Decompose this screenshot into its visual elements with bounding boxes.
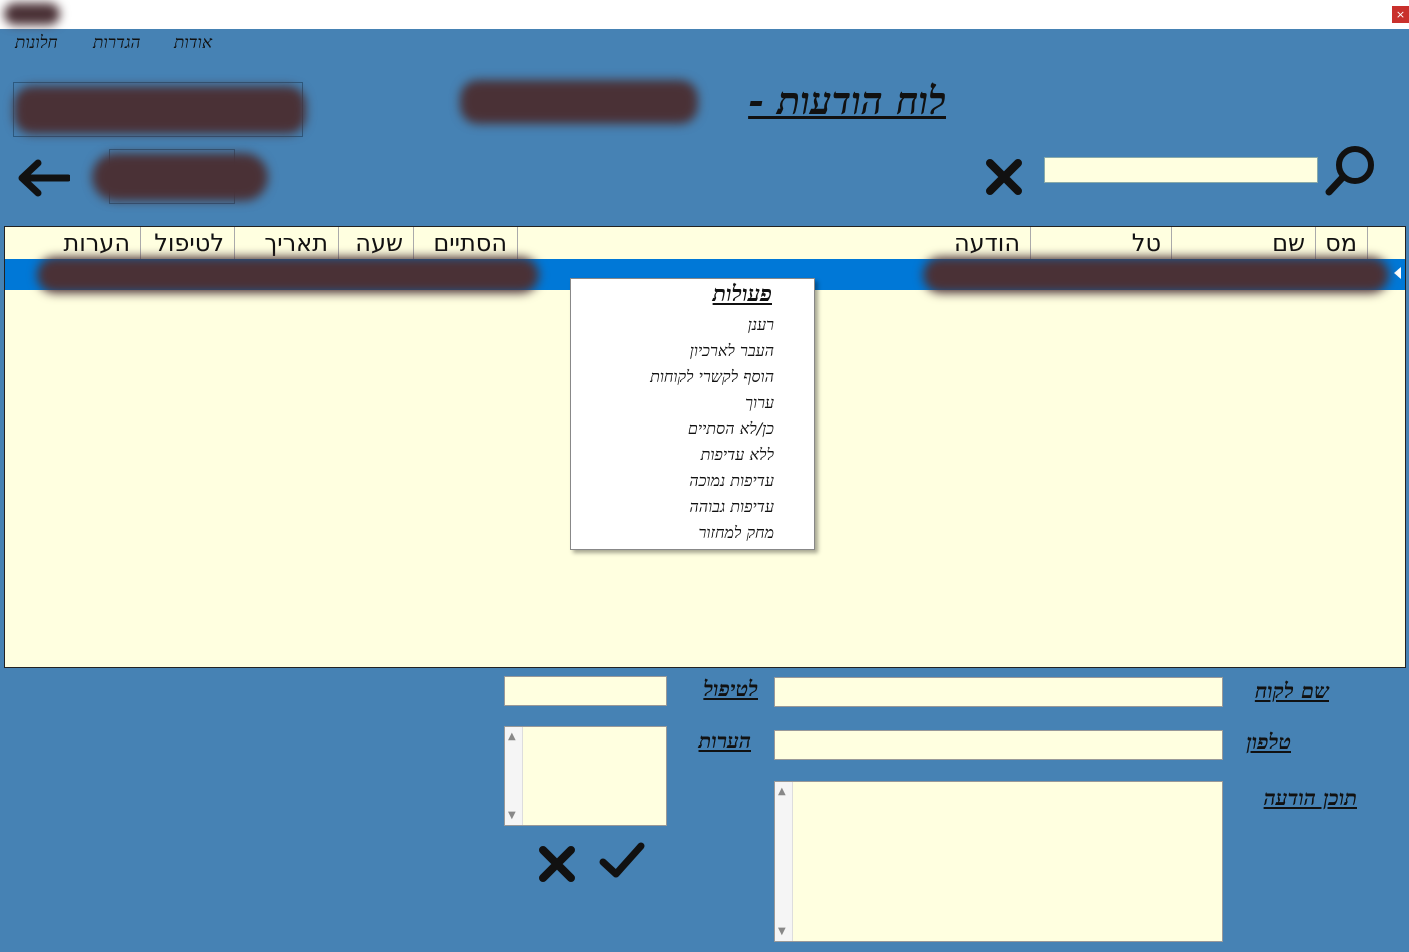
context-menu-title: פעולות: [712, 281, 772, 307]
col-header-done[interactable]: הסתיים: [433, 227, 507, 259]
checkmark-icon: [599, 842, 645, 878]
col-header-message[interactable]: הודעה: [954, 227, 1020, 259]
redacted-user-name: [14, 86, 306, 134]
clear-search-button[interactable]: [985, 158, 1023, 196]
menu-windows[interactable]: חלונות: [15, 33, 58, 53]
col-header-notes[interactable]: הערות: [63, 227, 130, 259]
notes-scrollbar[interactable]: ▲ ▼: [505, 727, 523, 825]
col-header-number[interactable]: מס: [1325, 227, 1357, 259]
customer-name-field[interactable]: [774, 677, 1223, 707]
menu-item-no-priority[interactable]: ללא עדיפות: [701, 445, 774, 465]
handler-label: לטיפול: [703, 676, 758, 701]
window-close-button[interactable]: ×: [1392, 6, 1409, 23]
menu-item-edit[interactable]: ערוך: [745, 393, 774, 413]
menu-item-low-priority[interactable]: עדיפות נמוכה: [689, 471, 774, 491]
redacted-app-name: [4, 3, 60, 25]
grid-header: מס שם טל הודעה הסתיים שעה תאריך לטיפול ה…: [5, 227, 1405, 259]
notes-textarea[interactable]: ▲ ▼: [504, 726, 667, 826]
row-indicator-icon: [1394, 267, 1401, 279]
menu-item-toggle-done[interactable]: כן/לא הסתיים: [688, 419, 774, 439]
search-input[interactable]: [1044, 157, 1318, 183]
message-label: תוכן הודעה: [1263, 785, 1357, 810]
magnifier-icon: [1325, 146, 1374, 196]
window-titlebar: [0, 0, 1409, 29]
search-button[interactable]: [1324, 144, 1378, 198]
col-header-name[interactable]: שם: [1272, 227, 1305, 259]
menu-about[interactable]: אודות: [174, 33, 212, 53]
menu-item-archive[interactable]: העבר לארכיון: [690, 341, 774, 361]
col-header-date[interactable]: תאריך: [264, 227, 328, 259]
col-header-phone[interactable]: טל: [1132, 227, 1161, 259]
notes-label: הערות: [698, 728, 751, 753]
message-textarea[interactable]: ▲ ▼: [774, 781, 1223, 942]
confirm-button[interactable]: [598, 840, 646, 880]
menu-item-high-priority[interactable]: עדיפות גבוהה: [689, 497, 774, 517]
menu-item-refresh[interactable]: רענן: [748, 315, 774, 335]
phone-label: טלפון: [1246, 729, 1291, 754]
menu-item-add-contact[interactable]: הוסף לקשרי לקוחות: [650, 367, 774, 387]
redacted-selector-value: [92, 153, 268, 201]
customer-name-label: שם לקוח: [1254, 678, 1329, 703]
arrow-left-icon: [18, 159, 72, 197]
menu-item-delete[interactable]: מחק למחזור: [699, 523, 774, 543]
redacted-row-right: [923, 257, 1389, 293]
redacted-title-suffix: [460, 80, 698, 124]
x-icon: [539, 846, 575, 882]
menu-settings[interactable]: הגדרות: [93, 33, 140, 53]
context-menu: פעולות רענן העבר לארכיון הוסף לקשרי לקוח…: [570, 278, 815, 550]
page-title: לוח הודעות -: [748, 78, 946, 123]
col-header-time[interactable]: שעה: [355, 227, 403, 259]
message-scrollbar[interactable]: ▲ ▼: [775, 782, 793, 941]
handler-field[interactable]: [504, 676, 667, 706]
x-icon: [986, 159, 1022, 195]
redacted-row-left: [37, 257, 539, 293]
phone-field[interactable]: [774, 730, 1223, 760]
back-button[interactable]: [14, 157, 72, 199]
col-header-handler[interactable]: לטיפול: [154, 227, 224, 259]
cancel-button[interactable]: [538, 845, 576, 883]
